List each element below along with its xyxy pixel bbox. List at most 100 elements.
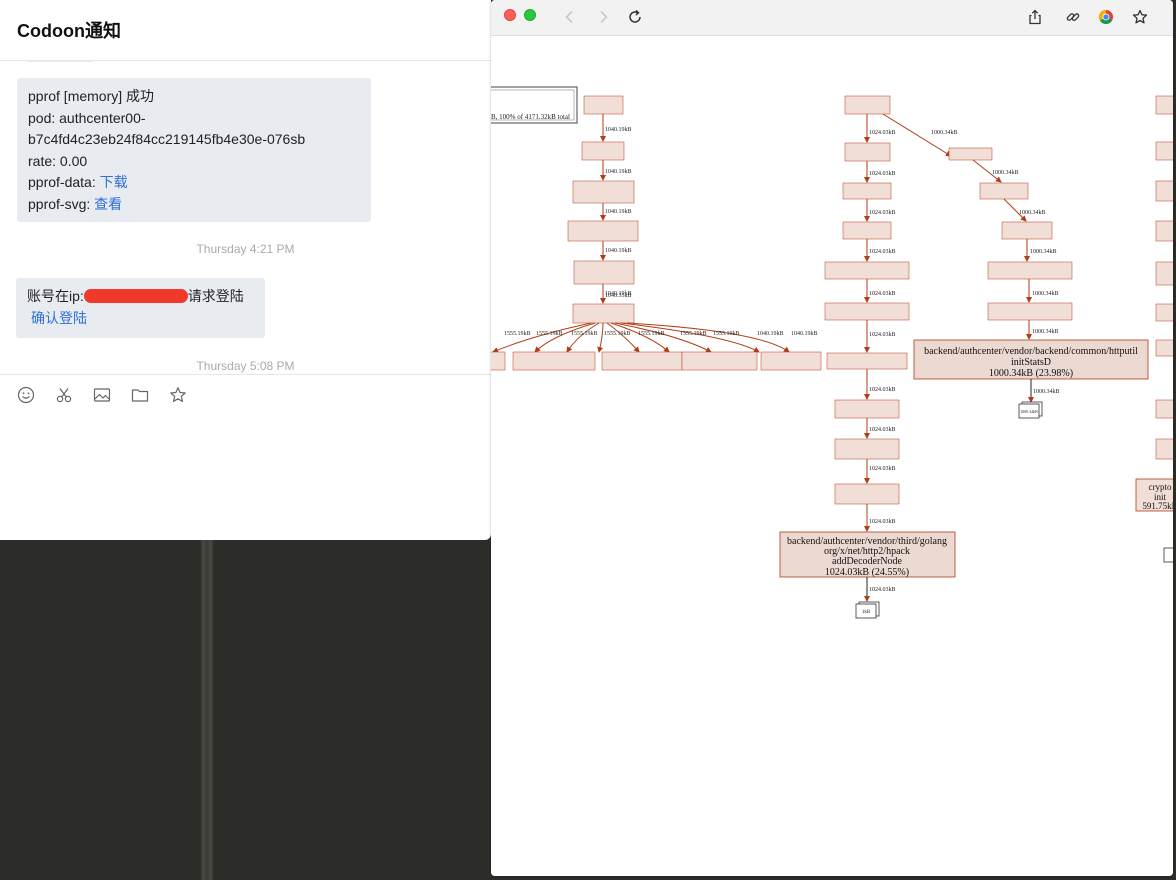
graph-node[interactable]: [824, 261, 910, 280]
image-icon[interactable]: [92, 385, 112, 405]
graph-node[interactable]: [1155, 180, 1173, 202]
graph-node[interactable]: [512, 351, 596, 371]
edge-label: 1024.03kB: [869, 587, 896, 593]
graph-node[interactable]: [834, 483, 900, 505]
legend-text: B, 100% of 4171.32kB total: [491, 113, 570, 121]
message-timestamp: Thursday 5:08 PM: [196, 359, 295, 373]
forward-icon[interactable]: [592, 6, 614, 28]
graph-node[interactable]: [987, 302, 1073, 321]
left-fanout-edges: 1555.19kB 1555.19kB 1555.19kB 1555.19kB …: [492, 322, 818, 353]
initstatsd-node[interactable]: backend/authcenter/vendor/backend/common…: [913, 339, 1149, 380]
pprof-graph-canvas[interactable]: B, 100% of 4171.32kB total 1040.19kB 104…: [491, 36, 1173, 876]
message-line: pprof-data: 下载: [28, 172, 360, 194]
edge-label: 1040.19kB: [605, 169, 632, 175]
graph-node[interactable]: [1001, 221, 1053, 240]
edge-label: 1000.34kB: [931, 130, 958, 136]
edge-label: 1024.03kB: [869, 387, 896, 393]
back-icon[interactable]: [559, 6, 581, 28]
graph-node[interactable]: [1155, 261, 1173, 286]
leaf-node[interactable]: 1000.34kB: [1018, 401, 1043, 419]
download-link[interactable]: 下载: [100, 174, 128, 190]
right-call-chain: 1000.34kB 1000.34kB 1000.34kB 1000.34kB …: [913, 130, 1149, 419]
graph-node[interactable]: [844, 142, 891, 162]
node-label: 1000.34kB (23.98%): [989, 368, 1073, 379]
graph-node[interactable]: [824, 302, 910, 321]
graph-node[interactable]: [1155, 399, 1173, 419]
previous-message-fragment: [28, 61, 92, 62]
graph-node[interactable]: [760, 351, 822, 371]
edge-label: 1024.03kB: [869, 130, 896, 136]
confirm-login-link[interactable]: 确认登陆: [31, 310, 87, 326]
hpack-node[interactable]: backend/authcenter/vendor/third/golang o…: [779, 531, 956, 578]
chat-window: Codoon通知 pprof [memory] 成功 pod: authcent…: [0, 0, 491, 540]
message-line: pprof-svg: 查看: [28, 194, 360, 216]
edge-label: 1555.19kB: [638, 331, 665, 337]
leaf-node[interactable]: 1kB: [855, 601, 880, 619]
bookmark-star-icon[interactable]: [1129, 6, 1151, 28]
graph-node[interactable]: [581, 141, 625, 161]
edge-label: 1000.34kB: [992, 170, 1019, 176]
message-timestamp: Thursday 4:21 PM: [196, 242, 295, 256]
graph-node[interactable]: [834, 399, 900, 419]
edge-label: 1024.03kB: [869, 249, 896, 255]
graph-node[interactable]: [572, 303, 635, 324]
edge-label: 1024.03kB: [869, 291, 896, 297]
graph-node[interactable]: [834, 438, 900, 460]
graph-node[interactable]: [979, 182, 1029, 200]
graph-node[interactable]: [1155, 220, 1173, 242]
graph-node[interactable]: [826, 352, 908, 370]
right-edge-nodes: crypto init 591.75kB: [1135, 95, 1173, 563]
message-list[interactable]: pprof [memory] 成功 pod: authcenter00- b7c…: [0, 61, 491, 374]
graph-node[interactable]: [573, 260, 635, 285]
view-link[interactable]: 查看: [94, 196, 122, 212]
graph-node[interactable]: [491, 351, 506, 371]
scissors-icon[interactable]: [54, 385, 74, 405]
message-line: 确认登陆: [27, 308, 254, 330]
edge-label: 1040.19kB: [605, 209, 632, 215]
chrome-icon[interactable]: [1095, 6, 1117, 28]
leaf-node[interactable]: [1163, 547, 1173, 563]
graph-node[interactable]: [572, 180, 635, 204]
edge-label: 1040.19kB: [605, 248, 632, 254]
login-message-bubble: 账号在ip: 请求登陆 确认登陆: [16, 278, 265, 338]
chat-title: Codoon通知: [17, 21, 121, 41]
edge-label: 1555.19kB: [604, 331, 631, 337]
node-label: 591.75kB: [1142, 501, 1173, 511]
graph-node[interactable]: [681, 351, 758, 371]
graph-node[interactable]: [842, 221, 892, 240]
edge-label: 1024.03kB: [869, 427, 896, 433]
link-icon[interactable]: [1062, 6, 1084, 28]
pprof-message-bubble: pprof [memory] 成功 pod: authcenter00- b7c…: [17, 78, 371, 222]
graph-node[interactable]: [567, 220, 639, 242]
zoom-window-button[interactable]: [524, 9, 536, 21]
edge-label: 1555.19kB: [536, 331, 563, 337]
reload-icon[interactable]: [624, 6, 646, 28]
edge-label: 1000.34kB: [1032, 291, 1059, 297]
graph-node[interactable]: [1155, 339, 1173, 357]
graph-node[interactable]: [842, 182, 892, 200]
login-prefix: 账号在ip:: [27, 288, 84, 304]
edge-label: 1024.03kB: [869, 171, 896, 177]
graph-node[interactable]: [1155, 141, 1173, 161]
graph-node[interactable]: [583, 95, 624, 115]
star-icon[interactable]: [168, 385, 188, 405]
close-window-button[interactable]: [504, 9, 516, 21]
folder-icon[interactable]: [130, 385, 150, 405]
graph-node[interactable]: [1155, 303, 1173, 322]
edge-label: 1000.34kB: [1019, 210, 1046, 216]
share-icon[interactable]: [1024, 6, 1046, 28]
graph-node[interactable]: [948, 147, 993, 161]
edge-label: 1040.19kB: [605, 127, 632, 133]
edge-label: 1024.03kB: [869, 332, 896, 338]
edge-label: 1040.19kB: [791, 331, 818, 337]
message-line: b7c4fd4c23eb24f84cc219145fb4e30e-076sb: [28, 131, 306, 147]
graph-node[interactable]: [601, 351, 683, 371]
graph-node[interactable]: [987, 261, 1073, 280]
smiley-icon[interactable]: [16, 385, 36, 405]
graph-node[interactable]: [1155, 95, 1173, 115]
graph-node[interactable]: [1155, 438, 1173, 460]
edge-label: 1040.19kB: [757, 331, 784, 337]
edge-label: 1555.19kB: [713, 331, 740, 337]
crypto-init-node[interactable]: crypto init 591.75kB: [1135, 478, 1173, 512]
graph-node[interactable]: [844, 95, 891, 115]
